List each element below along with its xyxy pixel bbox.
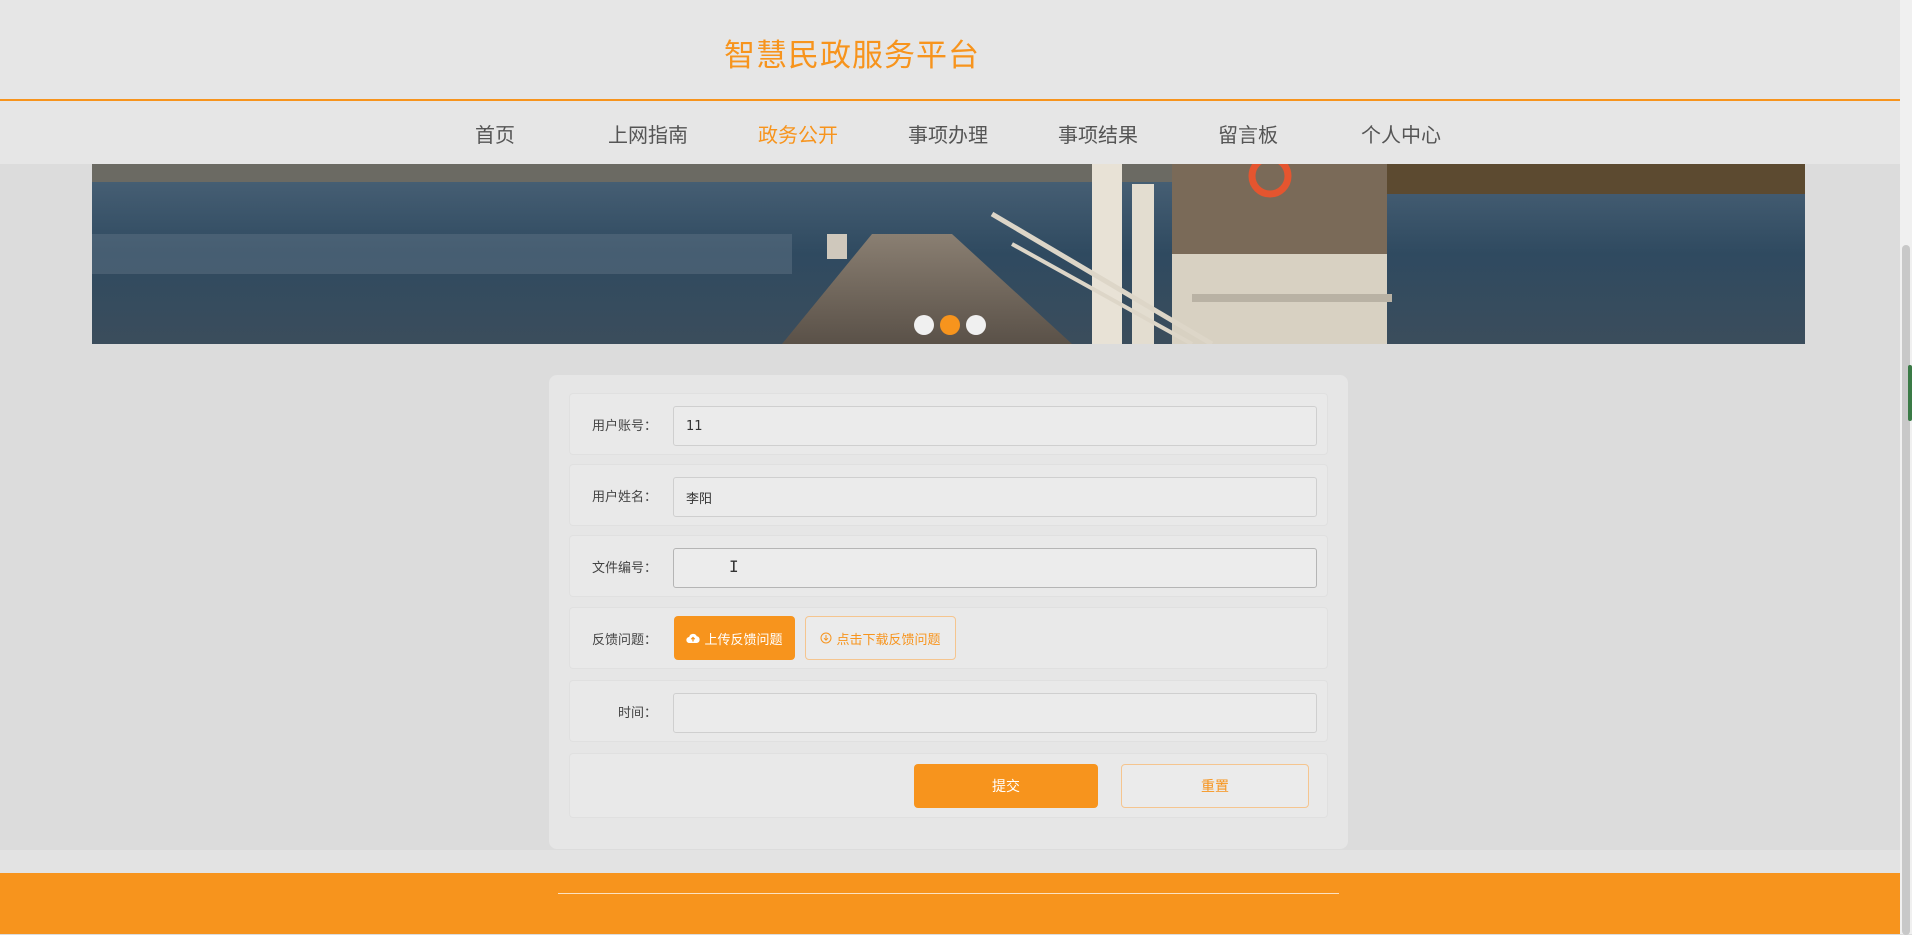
nav-item-personal-center[interactable]: 个人中心: [1361, 119, 1441, 148]
file-number-label: 文件编号：: [591, 561, 657, 576]
name-input[interactable]: [673, 477, 1317, 517]
site-footer: [0, 873, 1900, 934]
submit-button[interactable]: 提交: [914, 764, 1098, 808]
file-number-row: 文件编号：: [569, 535, 1328, 597]
reset-button[interactable]: 重置: [1121, 764, 1309, 808]
account-label: 用户账号：: [591, 419, 657, 434]
main-nav: 首页 上网指南 政务公开 事项办理 事项结果 留言板 个人中心: [0, 101, 1900, 164]
time-input[interactable]: [673, 693, 1317, 733]
carousel-dot-1[interactable]: [914, 315, 934, 335]
nav-item-handling[interactable]: 事项办理: [908, 119, 988, 148]
text-cursor-icon: I: [729, 557, 739, 576]
banner-carousel[interactable]: [92, 164, 1805, 344]
account-row: 用户账号：: [569, 393, 1328, 455]
footer-divider: [558, 893, 1339, 894]
time-label: 时间：: [617, 706, 657, 721]
download-circle-icon: [820, 632, 832, 644]
upload-feedback-label: 上传反馈问题: [704, 632, 783, 648]
file-number-input[interactable]: [673, 548, 1317, 588]
name-label: 用户姓名：: [591, 490, 657, 505]
carousel-dot-2[interactable]: [940, 315, 960, 335]
feedback-label: 反馈问题：: [591, 633, 657, 648]
carousel-dot-3[interactable]: [966, 315, 986, 335]
account-input[interactable]: [673, 406, 1317, 446]
site-title[interactable]: 智慧民政服务平台: [724, 30, 980, 75]
nav-item-home[interactable]: 首页: [475, 119, 515, 148]
download-feedback-button[interactable]: 点击下载反馈问题: [805, 616, 956, 660]
feedback-row: 反馈问题： 上传反馈问题 点击下载反馈问题: [569, 607, 1328, 669]
page-scrollbar[interactable]: [1900, 0, 1912, 935]
nav-item-guide[interactable]: 上网指南: [608, 119, 688, 148]
name-row: 用户姓名：: [569, 464, 1328, 526]
time-row: 时间：: [569, 680, 1328, 742]
nav-item-gov-affairs[interactable]: 政务公开: [758, 119, 838, 148]
nav-item-results[interactable]: 事项结果: [1058, 119, 1138, 148]
site-header: 智慧民政服务平台: [0, 0, 1900, 101]
download-feedback-label: 点击下载反馈问题: [836, 632, 941, 648]
footer-spacer: [0, 850, 1900, 873]
upload-feedback-button[interactable]: 上传反馈问题: [674, 616, 795, 660]
nav-item-message-board[interactable]: 留言板: [1218, 119, 1278, 148]
cloud-upload-icon: [686, 633, 701, 644]
scrollbar-thumb[interactable]: [1902, 245, 1910, 935]
scrollbar-marker: [1908, 365, 1912, 421]
